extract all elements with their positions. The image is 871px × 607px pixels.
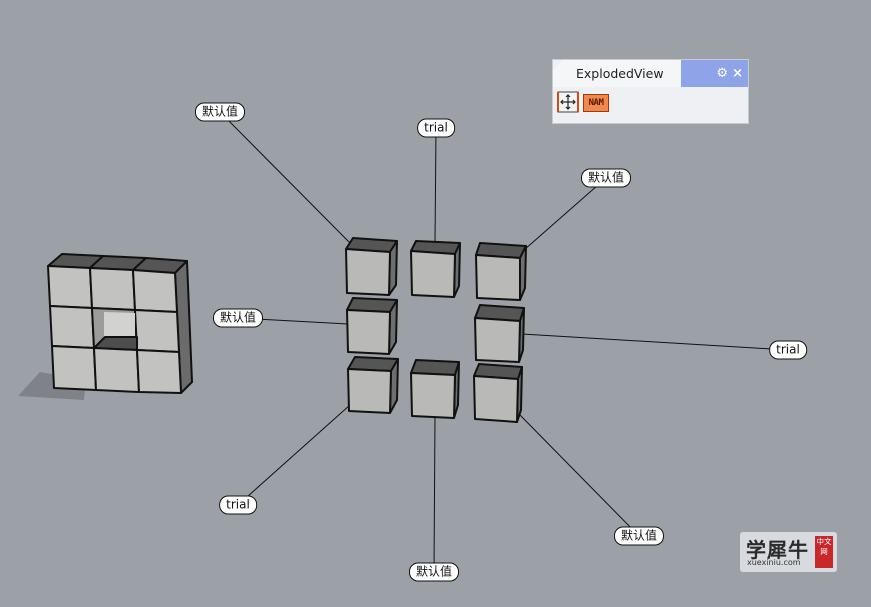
dot-label[interactable]: 默认值 bbox=[613, 526, 665, 546]
close-icon[interactable]: × bbox=[732, 60, 743, 87]
dot-label[interactable]: trial bbox=[769, 340, 807, 360]
name-tool-button[interactable]: NAM bbox=[583, 94, 609, 112]
dot-label[interactable]: trial bbox=[219, 495, 257, 515]
watermark-badge: 中文网 bbox=[815, 536, 833, 568]
assembled-cube-frame[interactable] bbox=[47, 253, 193, 394]
dot-label[interactable]: trial bbox=[417, 118, 455, 138]
dot-label[interactable]: 默认值 bbox=[408, 562, 460, 582]
panel-title: ExplodedView bbox=[576, 66, 664, 81]
dot-label[interactable]: 默认值 bbox=[212, 308, 264, 328]
cube-middle-right[interactable] bbox=[474, 304, 525, 363]
dot-label[interactable]: 默认值 bbox=[194, 102, 246, 122]
exploded-view-panel: ExplodedView ⚙ × NAM bbox=[552, 59, 749, 124]
dot-label[interactable]: 默认值 bbox=[580, 168, 632, 188]
gear-icon[interactable]: ⚙ bbox=[716, 60, 728, 87]
cube-top-left[interactable] bbox=[345, 237, 398, 296]
watermark-logo: 学犀牛 xuexiniu.com 中文网 bbox=[740, 532, 837, 572]
cube-middle-left[interactable] bbox=[346, 297, 398, 355]
cube-bottom-center[interactable] bbox=[410, 359, 460, 419]
panel-tab[interactable]: ExplodedView bbox=[553, 60, 681, 87]
cube-bottom-right[interactable] bbox=[473, 363, 523, 423]
explode-arrows-icon[interactable] bbox=[557, 91, 579, 113]
cube-top-right[interactable] bbox=[475, 242, 527, 301]
cube-top-center[interactable] bbox=[410, 240, 461, 298]
panel-titlebar[interactable]: ⚙ × bbox=[681, 60, 748, 87]
watermark-url: xuexiniu.com bbox=[747, 558, 801, 567]
cube-bottom-left[interactable] bbox=[347, 356, 399, 414]
